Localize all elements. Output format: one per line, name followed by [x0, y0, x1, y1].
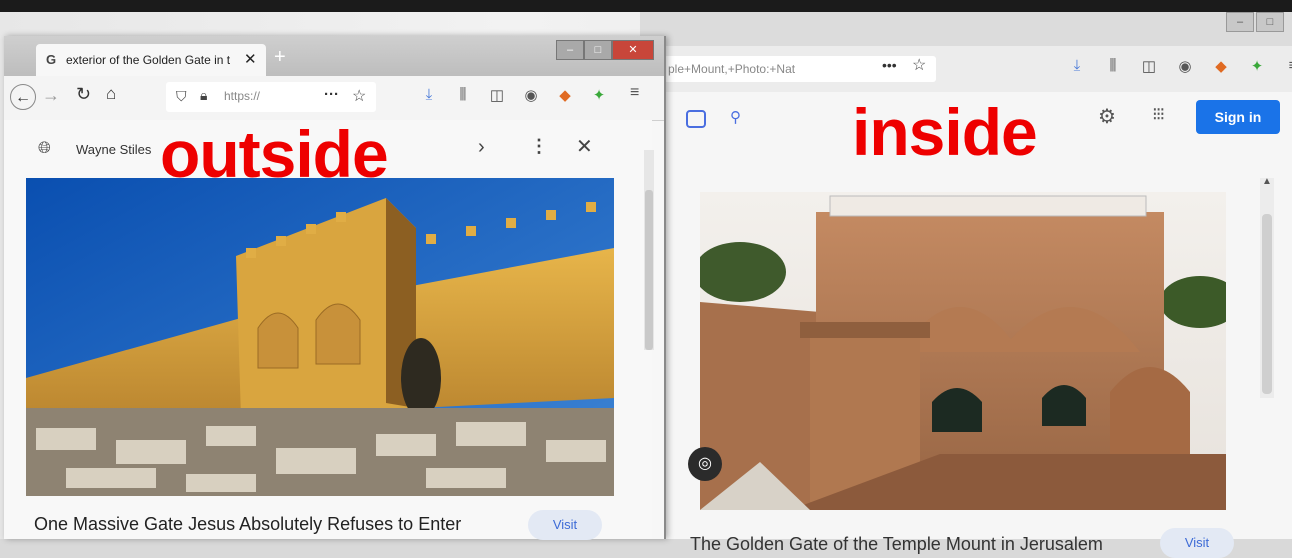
menu-icon[interactable]: ≡: [630, 84, 639, 102]
shield-icon[interactable]: ⛉: [176, 88, 187, 105]
extension-icon[interactable]: ◆: [556, 86, 574, 104]
menu-icon[interactable]: ≡: [1284, 57, 1292, 75]
account-icon[interactable]: ◉: [522, 86, 540, 104]
bookmark-star-icon[interactable]: ☆: [912, 55, 926, 75]
left-address-bar[interactable]: ⛉ 🔒︎ https:// ··· ☆: [166, 82, 376, 112]
left-scroll-thumb[interactable]: [645, 190, 653, 350]
right-scroll-thumb[interactable]: [1262, 214, 1272, 394]
inside-overlay-label: inside: [852, 95, 1038, 169]
gear-icon[interactable]: ⚙: [1098, 104, 1116, 129]
extension-icon[interactable]: ✦: [1248, 57, 1266, 75]
active-tab[interactable]: G exterior of the Golden Gate in t ✕: [36, 44, 266, 76]
right-toolbar: ⤓ ⫼ ◫ ◉ ◆ ✦ ≡: [1068, 57, 1292, 75]
minimize-button[interactable]: –: [1226, 12, 1254, 32]
google-icon: G: [46, 52, 57, 67]
golden-gate-inside-image[interactable]: [694, 192, 1240, 510]
camera-search-icon[interactable]: [686, 110, 706, 128]
left-image-caption[interactable]: One Massive Gate Jesus Absolutely Refuse…: [34, 514, 461, 535]
apps-grid-icon[interactable]: ⁝⁝⁝: [1152, 104, 1165, 125]
account-icon[interactable]: ◉: [1176, 57, 1194, 75]
more-options-icon[interactable]: ⋮: [530, 136, 548, 157]
left-visit-button[interactable]: Visit: [528, 510, 602, 540]
right-visit-button[interactable]: Visit: [1160, 528, 1234, 558]
minimize-button[interactable]: –: [556, 40, 584, 60]
close-tab-icon[interactable]: ✕: [244, 44, 257, 76]
maximize-button[interactable]: □: [1256, 12, 1284, 32]
golden-gate-outside-image[interactable]: [26, 178, 614, 496]
globe-icon: 🌐︎: [38, 140, 51, 157]
extension-icon[interactable]: ✦: [590, 86, 608, 104]
download-icon[interactable]: ⤓: [420, 86, 438, 104]
close-icon[interactable]: ✕: [576, 134, 593, 159]
left-nav-bar: ← → ↻ ⌂ ⛉ 🔒︎ https:// ··· ☆ ⤓ ⫼ ◫ ◉ ◆ ✦ …: [4, 76, 664, 121]
new-tab-icon[interactable]: +: [274, 46, 286, 69]
right-window-controls: – □: [1226, 12, 1284, 32]
sidebar-icon[interactable]: ◫: [1140, 57, 1158, 75]
left-toolbar: ⤓ ⫼ ◫ ◉ ◆ ✦: [420, 86, 608, 104]
home-icon[interactable]: ⌂: [106, 84, 116, 104]
library-icon[interactable]: ⫼: [454, 86, 472, 104]
library-icon[interactable]: ⫼: [1104, 57, 1122, 75]
chevron-right-icon[interactable]: ›: [478, 136, 485, 159]
photo-top-edge: [0, 0, 1292, 12]
lock-icon[interactable]: 🔒︎: [200, 87, 207, 104]
forward-arrow-icon[interactable]: →: [42, 85, 60, 106]
bookmark-star-icon[interactable]: ☆: [352, 86, 366, 106]
page-actions-icon[interactable]: ···: [324, 86, 339, 103]
left-window-controls: – □ ✕: [556, 40, 654, 60]
reload-icon[interactable]: ↻: [76, 84, 91, 105]
close-window-button[interactable]: ✕: [612, 40, 654, 60]
search-icon[interactable]: ⚲: [730, 108, 741, 126]
left-page-content: 🌐︎ Wayne Stiles outside › ⋮ ✕ One Massiv…: [4, 117, 654, 540]
download-icon[interactable]: ⤓: [1068, 57, 1086, 75]
back-arrow-icon[interactable]: ←: [10, 84, 36, 110]
left-browser-window: G exterior of the Golden Gate in t ✕ + –…: [4, 36, 666, 540]
right-title-bar: – □: [640, 12, 1292, 46]
extension-icon[interactable]: ◆: [1212, 57, 1230, 75]
tab-title: exterior of the Golden Gate in t: [66, 53, 231, 67]
page-actions-icon[interactable]: •••: [882, 57, 897, 73]
right-nav-bar: ple+Mount,+Photo:+Nat ••• ☆ ⤓ ⫼ ◫ ◉ ◆ ✦ …: [640, 46, 1292, 92]
google-lens-icon[interactable]: ◎: [688, 447, 722, 481]
right-page-content: ⚲ inside ⚙ ⁝⁝⁝ Sign in ▲ The Golden Gate…: [640, 92, 1292, 558]
right-browser-window: – □ ple+Mount,+Photo:+Nat ••• ☆ ⤓ ⫼ ◫ ◉ …: [640, 12, 1292, 558]
sign-in-button[interactable]: Sign in: [1196, 100, 1280, 134]
maximize-button[interactable]: □: [584, 40, 612, 60]
url-text[interactable]: https://: [224, 89, 260, 103]
left-title-bar: G exterior of the Golden Gate in t ✕ + –…: [4, 36, 664, 76]
scroll-up-arrow-icon[interactable]: ▲: [1262, 176, 1272, 187]
source-name[interactable]: Wayne Stiles: [76, 142, 151, 157]
right-image-caption[interactable]: The Golden Gate of the Temple Mount in J…: [690, 534, 1103, 555]
sidebar-icon[interactable]: ◫: [488, 86, 506, 104]
